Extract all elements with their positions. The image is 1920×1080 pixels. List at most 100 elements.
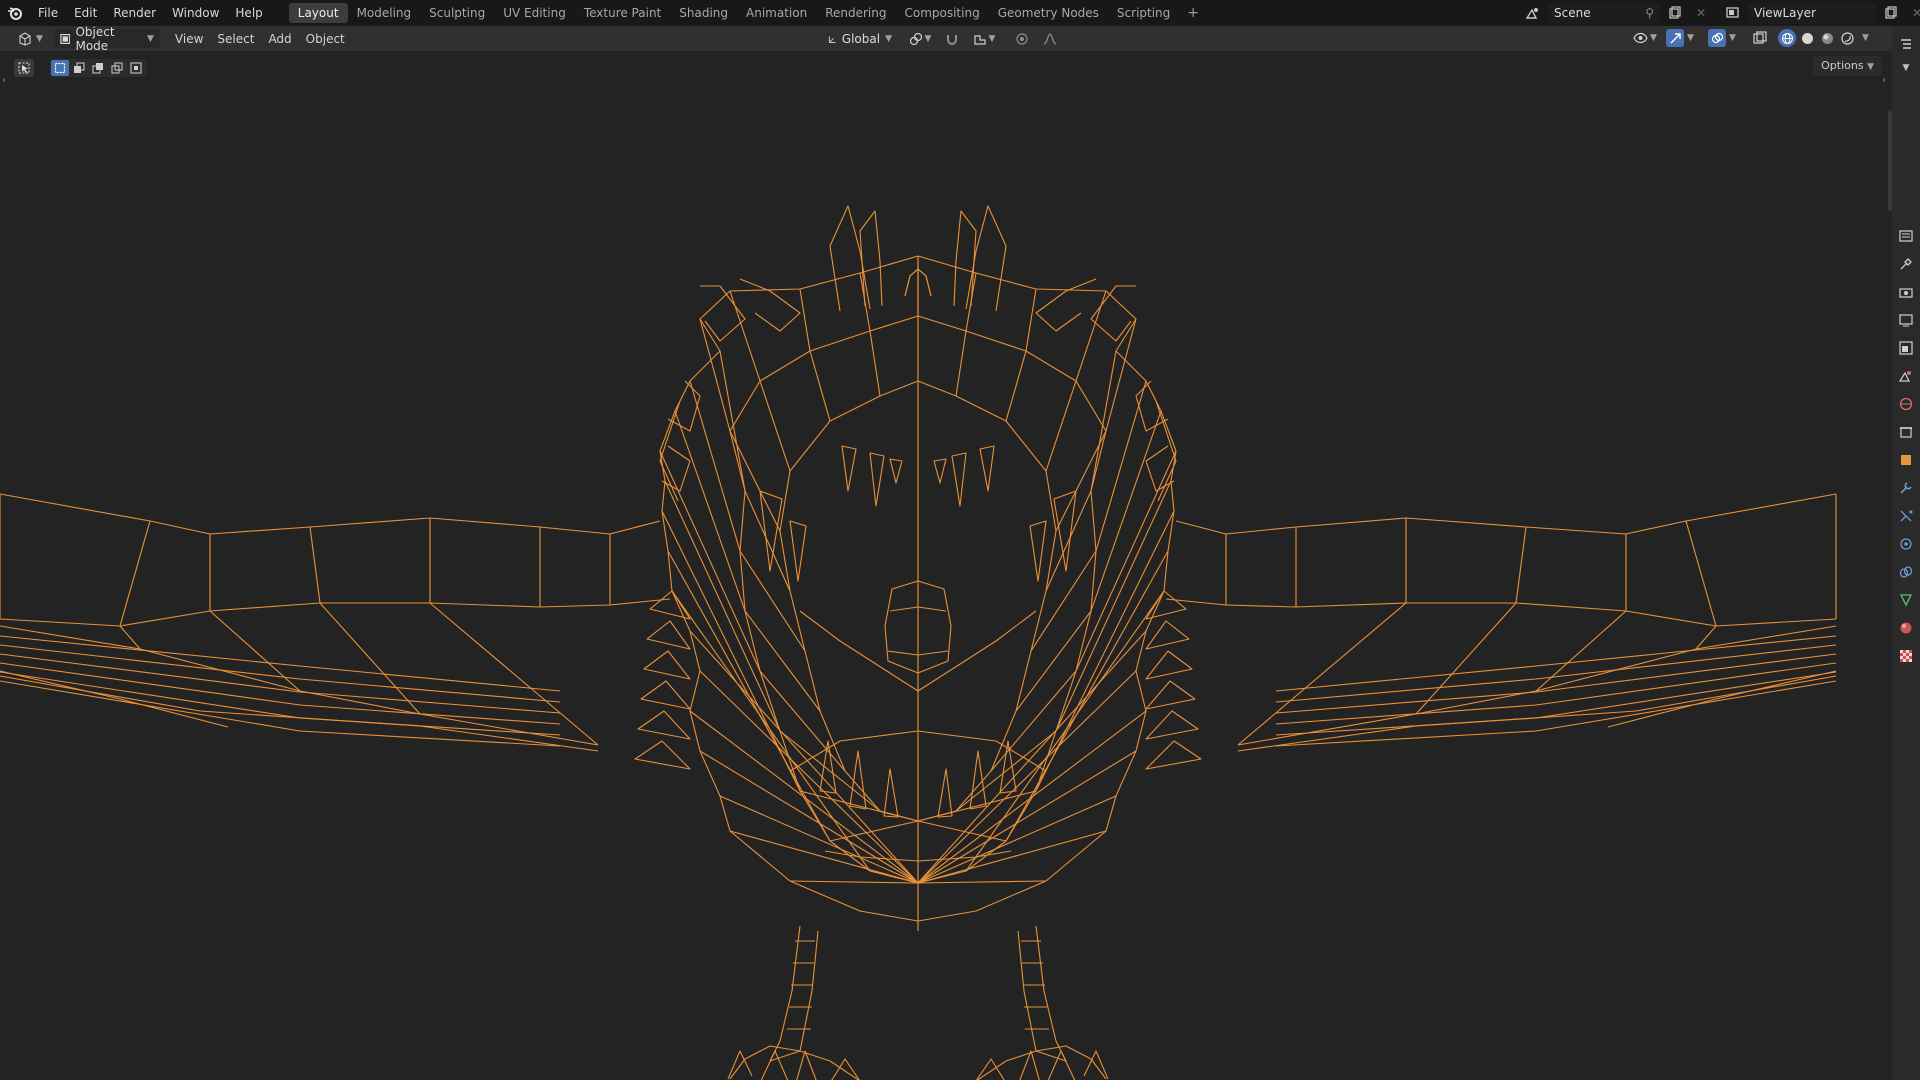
select-extend-icon[interactable] bbox=[70, 60, 88, 76]
new-view-layer-icon[interactable] bbox=[1880, 3, 1902, 23]
view-layer-icon[interactable] bbox=[1896, 338, 1916, 358]
menu-help[interactable]: Help bbox=[227, 2, 270, 24]
scene-icon[interactable] bbox=[1896, 366, 1916, 386]
tab-compositing[interactable]: Compositing bbox=[895, 3, 988, 23]
orientation-dropdown[interactable]: Global ▼ bbox=[822, 30, 898, 49]
wireframe-shading-icon[interactable] bbox=[1778, 29, 1796, 47]
tab-uv-editing[interactable]: UV Editing bbox=[494, 3, 575, 23]
scene-icon[interactable] bbox=[1522, 3, 1544, 23]
view-menu[interactable]: View bbox=[168, 29, 210, 49]
modifier-icon[interactable] bbox=[1896, 478, 1916, 498]
pin-icon[interactable]: ⚲ bbox=[1645, 6, 1654, 20]
tab-scripting[interactable]: Scripting bbox=[1108, 3, 1179, 23]
object-menu[interactable]: Object bbox=[299, 29, 352, 49]
tab-modeling[interactable]: Modeling bbox=[348, 3, 421, 23]
solid-shading-icon[interactable] bbox=[1798, 29, 1816, 47]
chevron-down-icon[interactable]: ▼ bbox=[1862, 29, 1869, 47]
close-view-layer-icon[interactable]: ✕ bbox=[1906, 3, 1920, 23]
rendered-shading-icon[interactable] bbox=[1838, 29, 1856, 47]
material-icon[interactable] bbox=[1896, 618, 1916, 638]
output-icon[interactable] bbox=[1896, 310, 1916, 330]
wire-edge-98 bbox=[699, 750, 919, 884]
select-menu[interactable]: Select bbox=[210, 29, 261, 49]
object-icon[interactable] bbox=[1896, 450, 1916, 470]
wire-edge-163 bbox=[1145, 710, 1199, 740]
wire-edge-100 bbox=[719, 795, 919, 884]
view-layer-name-field[interactable]: ViewLayer bbox=[1748, 2, 1876, 24]
gizmo-icon[interactable]: ▼ bbox=[1663, 28, 1697, 48]
render-icon[interactable] bbox=[1896, 282, 1916, 302]
wire-edge-83 bbox=[1075, 450, 1177, 672]
xray-icon[interactable] bbox=[1749, 28, 1771, 48]
wire-edge-13 bbox=[1685, 520, 1717, 627]
tab-sculpting[interactable]: Sculpting bbox=[420, 3, 494, 23]
wire-edge-91 bbox=[965, 590, 1165, 872]
wire-edge-124 bbox=[799, 790, 919, 822]
menu-edit[interactable]: Edit bbox=[66, 2, 105, 24]
wire-edge-143 bbox=[937, 768, 953, 818]
tab-texture-paint[interactable]: Texture Paint bbox=[575, 3, 670, 23]
tool-icon[interactable] bbox=[1896, 254, 1916, 274]
tab-shading[interactable]: Shading bbox=[670, 3, 737, 23]
menu-render[interactable]: Render bbox=[105, 2, 164, 24]
options-dropdown[interactable]: Options ▼ bbox=[1813, 56, 1882, 76]
wire-edge-82 bbox=[659, 450, 761, 672]
select-subtract-icon[interactable] bbox=[89, 60, 107, 76]
select-difference-icon[interactable] bbox=[108, 60, 126, 76]
wire-edge-126 bbox=[829, 820, 919, 842]
particles-icon[interactable] bbox=[1896, 506, 1916, 526]
blender-logo-icon[interactable] bbox=[0, 0, 30, 26]
orientation-icon bbox=[828, 35, 836, 43]
3d-viewport[interactable]: Options ▼ › ‹ bbox=[0, 51, 1892, 1080]
scene-name-field[interactable]: Scene ⚲ bbox=[1548, 2, 1660, 24]
select-box-icon[interactable] bbox=[51, 60, 69, 76]
close-scene-icon[interactable]: ✕ bbox=[1690, 3, 1712, 23]
visibility-icon[interactable]: ▼ bbox=[1630, 28, 1660, 48]
wire-edge-162 bbox=[637, 710, 691, 740]
editor-type-button[interactable]: ▼ bbox=[10, 29, 50, 49]
select-intersect-icon[interactable] bbox=[127, 60, 145, 76]
view-layer-icon[interactable] bbox=[1722, 3, 1744, 23]
menu-file[interactable]: File bbox=[30, 2, 66, 24]
view-layer-name: ViewLayer bbox=[1754, 6, 1816, 20]
data-icon[interactable] bbox=[1896, 590, 1916, 610]
properties-editor-icon[interactable] bbox=[1896, 226, 1916, 246]
mode-dropdown[interactable]: Object Mode ▼ bbox=[53, 25, 160, 53]
tab-geometry-nodes[interactable]: Geometry Nodes bbox=[989, 3, 1108, 23]
proportional-edit-icon[interactable] bbox=[1012, 29, 1032, 49]
collapse-arrow-icon[interactable]: ▼ bbox=[1896, 58, 1916, 78]
falloff-icon[interactable] bbox=[1038, 29, 1062, 49]
wire-edge-183 bbox=[1047, 1050, 1076, 1080]
add-menu[interactable]: Add bbox=[261, 29, 298, 49]
toolbar-expand-arrow[interactable]: › bbox=[2, 75, 6, 86]
snap-target-icon[interactable]: ▼ bbox=[968, 29, 1000, 49]
collection-icon[interactable] bbox=[1896, 422, 1916, 442]
wire-edge-149 bbox=[917, 610, 1037, 692]
wire-edge-72 bbox=[729, 290, 761, 382]
menu-window[interactable]: Window bbox=[164, 2, 227, 24]
tab-animation[interactable]: Animation bbox=[737, 3, 816, 23]
pivot-icon[interactable]: ▼ bbox=[904, 29, 936, 49]
transform-tools: Global ▼ ▼ ▼ bbox=[822, 29, 1062, 49]
wire-edge-117 bbox=[1030, 550, 1097, 652]
tab-rendering[interactable]: Rendering bbox=[816, 3, 895, 23]
active-tool-icon[interactable] bbox=[14, 59, 34, 77]
material-shading-icon[interactable] bbox=[1818, 29, 1836, 47]
snap-icon[interactable] bbox=[942, 29, 962, 49]
world-icon[interactable] bbox=[1896, 394, 1916, 414]
new-scene-icon[interactable] bbox=[1664, 3, 1686, 23]
viewport-header: ▼ Object Mode ▼ View Select Add Object G… bbox=[0, 25, 1892, 53]
wire-edge-2 bbox=[0, 598, 671, 627]
texture-icon[interactable] bbox=[1896, 646, 1916, 666]
overlay-icon[interactable]: ▼ bbox=[1704, 28, 1740, 48]
wire-edge-110 bbox=[759, 380, 791, 472]
add-workspace-button[interactable]: + bbox=[1179, 5, 1207, 21]
sidebar-expand-arrow[interactable]: ‹ bbox=[1882, 75, 1886, 86]
constraints-icon[interactable] bbox=[1896, 562, 1916, 582]
tab-layout[interactable]: Layout bbox=[288, 3, 348, 23]
outliner-toggle-icon[interactable] bbox=[1896, 34, 1916, 54]
wire-edge-24 bbox=[119, 625, 141, 650]
wire-edge-31 bbox=[1237, 602, 1407, 746]
wire-edge-116 bbox=[739, 550, 806, 652]
physics-icon[interactable] bbox=[1896, 534, 1916, 554]
